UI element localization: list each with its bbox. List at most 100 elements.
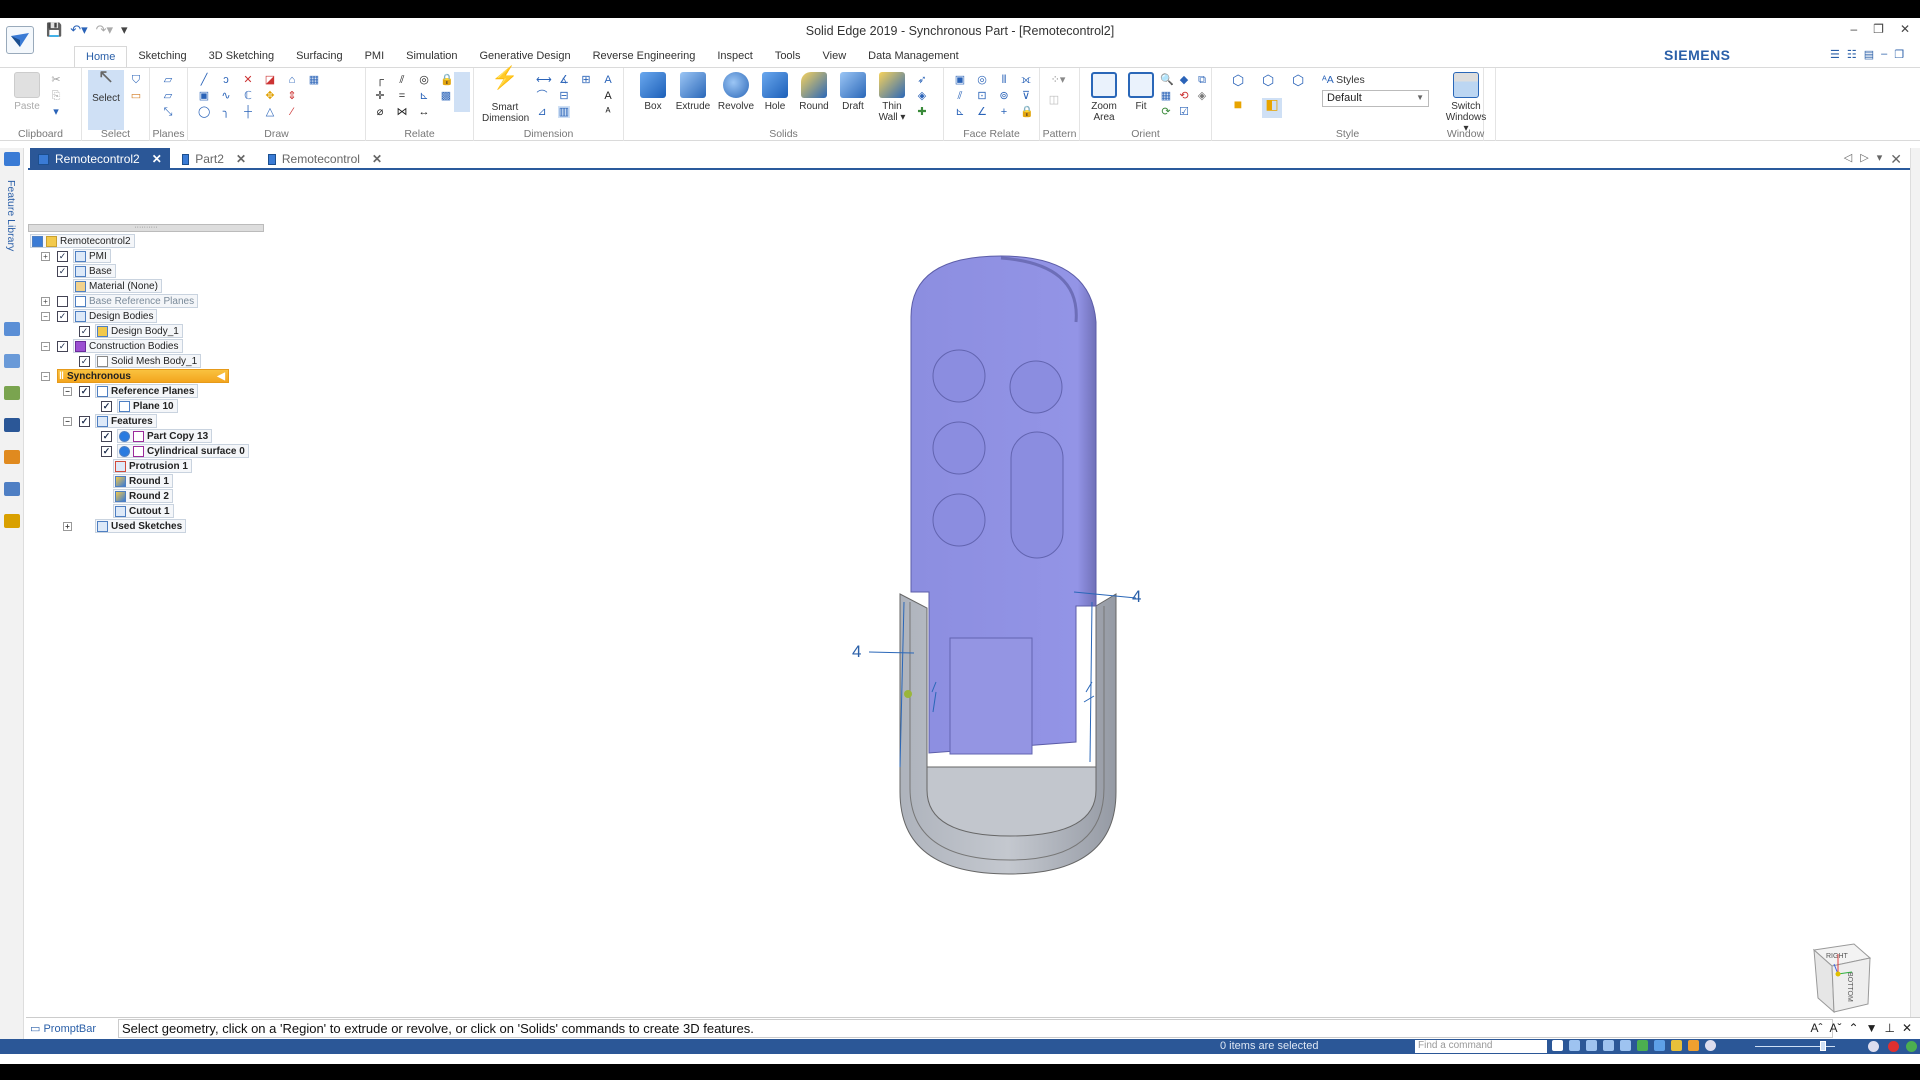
tree-node-part-copy-13[interactable]: ✓ Part Copy 13 [28,429,268,443]
wireframe-icon[interactable]: ⬡ [1232,73,1244,87]
view-manager-icon[interactable] [4,418,20,432]
visibility-checkbox[interactable]: ✓ [79,325,90,337]
tree-node-cylindrical-surface-0[interactable]: ✓ Cylindrical surface 0 [28,444,278,458]
fix-face-icon[interactable]: 🔒 [1020,106,1034,118]
box-button[interactable]: Box [638,72,668,112]
visible-edges-icon[interactable]: ⬡ [1292,73,1304,87]
dimension-grid-icon[interactable]: ▥ [558,106,570,118]
close-icon[interactable]: ✕ [1900,22,1910,36]
tree-node-solid-mesh-body-1[interactable]: ✓ Solid Mesh Body_1 [28,354,228,368]
copy-icon[interactable]: ⎘ [50,90,62,102]
tangent-face-icon[interactable]: ⟗ [1020,74,1032,86]
symmetric-icon[interactable]: ⋈ [396,106,408,118]
tree-node-used-sketches[interactable]: + Used Sketches [28,519,228,533]
move-icon[interactable]: ✥ [264,90,276,102]
stop-icon[interactable] [1888,1041,1899,1052]
saved-views-icon[interactable]: ▦ [1160,90,1172,102]
dimension-right-label[interactable]: 4 [1132,587,1141,606]
visibility-checkbox[interactable]: ✓ [79,415,90,427]
expand-icon[interactable]: + [41,296,50,306]
coordinate-dimension-icon[interactable]: ⊞ [580,74,592,86]
increase-font-icon[interactable]: Aˆ [1811,1021,1823,1035]
fillet-icon[interactable]: ╮ [220,106,232,118]
curve-icon[interactable]: ∿ [220,90,232,102]
tab-prev-icon[interactable]: ◁ [1844,151,1852,168]
collapse-icon[interactable]: − [41,371,50,381]
zoom-icon[interactable]: 🔍 [1160,74,1174,86]
distance-between-icon[interactable]: ⟷ [536,74,552,86]
tab-list-icon[interactable]: ▾ [1877,151,1883,168]
point-icon[interactable]: ┼ [242,106,254,118]
view-cube-bottom-label[interactable]: BOTTOM [1846,972,1853,1002]
restore-icon[interactable]: ❐ [1873,22,1884,36]
sketch-view-icon[interactable]: ☑ [1178,106,1190,118]
select-button[interactable]: ↖ Select [88,67,124,130]
tree-node-protrusion-1[interactable]: Protrusion 1 [28,459,228,473]
collapse-icon[interactable]: − [41,341,50,351]
tab-tools[interactable]: Tools [764,46,812,68]
perpendicular-icon[interactable]: ⊾ [418,90,430,102]
doc-tab-part2[interactable]: Part2 ✕ [174,148,254,170]
project-icon[interactable]: ⌂ [286,74,298,86]
top-body[interactable] [910,255,1097,755]
trim-icon[interactable]: ✕ [242,74,254,86]
panel-splitter[interactable]: ·········· [28,224,264,232]
tree-node-cutout-1[interactable]: Cutout 1 [28,504,228,518]
aligned-icon[interactable]: ⊡ [976,90,988,102]
views-icon[interactable]: ⧉ [1196,74,1208,86]
tangent-icon[interactable]: ⌀ [374,106,386,118]
concentric-icon[interactable]: ◎ [418,74,430,86]
visibility-checkbox[interactable]: ✓ [57,340,68,352]
tree-node-features[interactable]: − ✓ Features [28,414,228,428]
rigid-set-icon[interactable]: ▩ [440,90,452,102]
coplanar-icon[interactable]: ▣ [954,74,966,86]
round-button[interactable]: Round [796,72,832,112]
dimension-draw-icon[interactable]: ⁄ [286,106,298,118]
find-command-input[interactable]: Find a command [1415,1040,1547,1053]
dimension-left-label[interactable]: 4 [852,642,861,661]
paste-button[interactable]: Paste [8,72,46,112]
tree-node-base[interactable]: ✓ Base [28,264,228,278]
lock-icon[interactable]: 🔒 [440,74,454,86]
refresh-icon[interactable]: ⟳ [1160,106,1172,118]
close-all-icon[interactable]: ✕ [1890,151,1902,168]
perpendicular-face-icon[interactable]: ⊾ [954,106,966,118]
restore-doc-icon[interactable]: ❐ [1894,48,1904,61]
smart-dimension-button[interactable]: ⚡ Smart Dimension [482,67,529,125]
horizontal-face-icon[interactable]: + [998,106,1010,118]
tab-surfacing[interactable]: Surfacing [285,46,353,68]
shaded-icon[interactable]: ■ [1232,97,1244,111]
rotate-status-icon[interactable] [1637,1040,1648,1051]
more-planes-icon[interactable]: ▱ [162,90,174,102]
variable-table-icon[interactable] [4,482,20,496]
tree-node-round-2[interactable]: Round 2 [28,489,228,503]
visibility-checkbox[interactable]: ✓ [101,430,112,442]
collinear-icon[interactable]: ↔ [418,106,430,118]
sketch-view-status-icon[interactable] [1688,1040,1699,1051]
tab-next-icon[interactable]: ▷ [1860,151,1868,168]
tab-pmi[interactable]: PMI [354,46,396,68]
connect-icon[interactable]: ┌ [374,74,386,86]
dimension-style-icon[interactable]: A [602,74,614,86]
coordinate-system-icon[interactable]: ⤡ [162,106,174,118]
cut-icon[interactable]: ✂ [50,74,62,86]
close-icon[interactable]: ✕ [1902,1021,1912,1035]
collapse-icon[interactable]: − [63,386,72,396]
visibility-checkbox[interactable]: ✓ [79,385,90,397]
view-cube-right-label[interactable]: RIGHT [1826,953,1849,960]
quick-pick-icon[interactable]: ▭ [130,90,142,102]
zoom-out-icon[interactable] [1705,1040,1716,1051]
offset-face-icon[interactable]: ⊽ [1020,90,1032,102]
mirror-icon[interactable]: △ [264,106,276,118]
tab-3d-sketching[interactable]: 3D Sketching [198,46,285,68]
zoom-status-icon[interactable] [1586,1040,1597,1051]
shaded-with-edges-icon[interactable]: ◧ [1262,97,1282,118]
pin-icon[interactable]: ⊥ [1884,1021,1894,1035]
minimize-ribbon-icon[interactable]: – [1881,48,1887,61]
close-icon[interactable]: ✕ [152,152,162,166]
symmetric-face-icon[interactable]: ⫴ [998,74,1010,86]
view-cube[interactable]: RIGHT BOTTOM [1810,940,1874,1016]
tree-node-plane-10[interactable]: ✓ Plane 10 [28,399,228,413]
tree-node-base-reference-planes[interactable]: + Base Reference Planes [28,294,248,308]
styles-dropdown[interactable]: Default ▼ [1322,90,1429,107]
